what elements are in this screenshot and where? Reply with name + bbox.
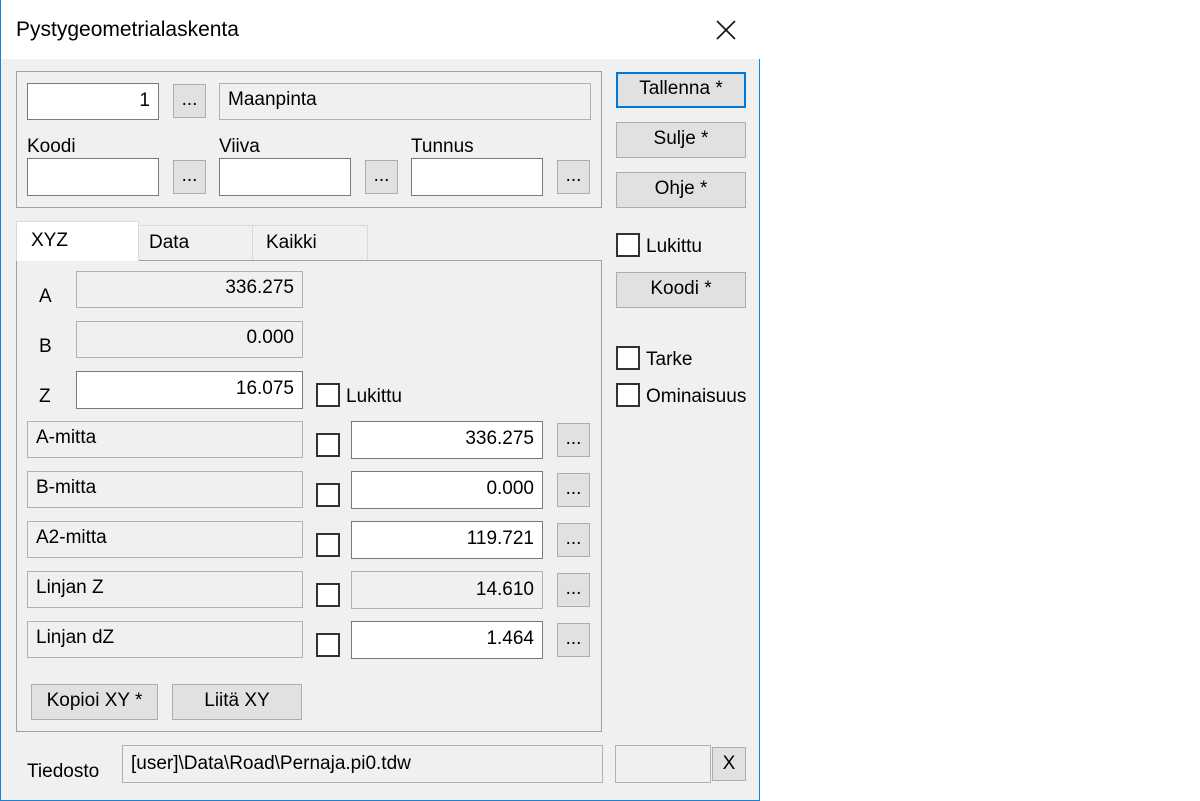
row-label-linjan-z: Linjan Z <box>27 571 303 608</box>
file-path-field: [user]\Data\Road\Pernaja.pi0.tdw <box>122 745 603 783</box>
point-number-field[interactable]: 1 <box>27 83 159 120</box>
file-label: Tiedosto <box>27 761 100 782</box>
tab-kaikki[interactable]: Kaikki <box>252 225 368 260</box>
file-extra-field <box>615 745 711 783</box>
help-button[interactable]: Ohje * <box>616 172 746 208</box>
tab-data[interactable]: Data <box>138 225 253 260</box>
koodi-label: Koodi <box>27 136 76 157</box>
close-button[interactable]: Sulje * <box>616 122 746 158</box>
row-label-linjan-dz: Linjan dZ <box>27 621 303 658</box>
row-browse-linjan-dz[interactable]: ... <box>557 623 590 657</box>
copy-xy-button[interactable]: Kopioi XY * <box>31 684 158 720</box>
z-label: Z <box>39 386 51 407</box>
row-checkbox-a2-mitta[interactable] <box>316 533 340 557</box>
viiva-label: Viiva <box>219 136 260 157</box>
point-name-field: Maanpinta <box>219 83 591 120</box>
row-checkbox-linjan-dz[interactable] <box>316 633 340 657</box>
paste-xy-button[interactable]: Liitä XY <box>172 684 302 720</box>
dialog-window: Pystygeometrialaskenta 1 ... Maanpinta K… <box>0 0 760 801</box>
point-number-browse-button[interactable]: ... <box>173 84 206 118</box>
viiva-input[interactable] <box>219 158 351 196</box>
row-browse-b-mitta[interactable]: ... <box>557 473 590 507</box>
b-label: B <box>39 336 52 357</box>
z-input[interactable]: 16.075 <box>76 371 303 409</box>
tunnus-browse-button[interactable]: ... <box>557 160 590 194</box>
row-input-linjan-dz[interactable]: 1.464 <box>351 621 543 659</box>
row-checkbox-linjan-z[interactable] <box>316 583 340 607</box>
feature-checkbox[interactable] <box>616 383 640 407</box>
code-button[interactable]: Koodi * <box>616 272 746 308</box>
row-label-a-mitta: A-mitta <box>27 421 303 458</box>
close-icon <box>716 20 736 40</box>
window-title: Pystygeometrialaskenta <box>16 18 239 41</box>
tarke-checkbox[interactable] <box>616 346 640 370</box>
row-label-b-mitta: B-mitta <box>27 471 303 508</box>
row-browse-linjan-z[interactable]: ... <box>557 573 590 607</box>
row-browse-a-mitta[interactable]: ... <box>557 423 590 457</box>
tab-xyz[interactable]: XYZ <box>16 221 139 261</box>
locked-checkbox[interactable] <box>616 233 640 257</box>
row-input-b-mitta[interactable]: 0.000 <box>351 471 543 509</box>
tarke-label: Tarke <box>646 349 693 370</box>
a-value: 336.275 <box>76 271 303 308</box>
row-browse-a2-mitta[interactable]: ... <box>557 523 590 557</box>
title-bar: Pystygeometrialaskenta <box>1 0 760 59</box>
koodi-input[interactable] <box>27 158 159 196</box>
koodi-browse-button[interactable]: ... <box>173 160 206 194</box>
tunnus-input[interactable] <box>411 158 543 196</box>
row-label-a2-mitta: A2-mitta <box>27 521 303 558</box>
a-label: A <box>39 286 52 307</box>
b-value: 0.000 <box>76 321 303 358</box>
row-input-a-mitta[interactable]: 336.275 <box>351 421 543 459</box>
row-checkbox-a-mitta[interactable] <box>316 433 340 457</box>
close-window-button[interactable] <box>703 8 749 52</box>
clear-file-button[interactable]: X <box>712 747 746 781</box>
viiva-browse-button[interactable]: ... <box>365 160 398 194</box>
feature-label: Ominaisuus <box>646 386 747 407</box>
tunnus-label: Tunnus <box>411 136 474 157</box>
save-button[interactable]: Tallenna * <box>616 72 746 108</box>
row-input-a2-mitta[interactable]: 119.721 <box>351 521 543 559</box>
z-lock-checkbox[interactable] <box>316 383 340 407</box>
locked-label: Lukittu <box>646 236 702 257</box>
z-lock-label: Lukittu <box>346 386 402 407</box>
row-value-linjan-z: 14.610 <box>351 571 543 609</box>
row-checkbox-b-mitta[interactable] <box>316 483 340 507</box>
